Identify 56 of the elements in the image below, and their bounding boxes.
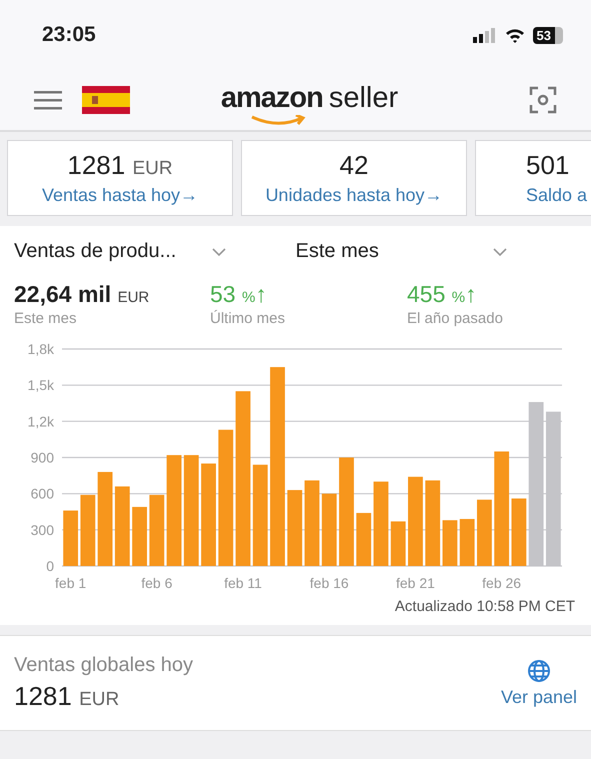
y-tick-label: 1,5k xyxy=(28,377,54,394)
stat-value: 53 %↑ xyxy=(210,281,268,308)
sales-bar xyxy=(80,494,96,566)
globe-icon[interactable] xyxy=(526,658,551,682)
x-tick-label: feb 21 xyxy=(396,575,435,589)
summary-card[interactable]: 501 Saldo a xyxy=(475,140,591,216)
y-tick-label: 600 xyxy=(30,486,54,502)
chevron-icon xyxy=(493,248,507,256)
sales-bar xyxy=(460,518,475,566)
y-tick-label: 1,2k xyxy=(28,413,54,430)
stat-label: El año pasado xyxy=(407,310,504,327)
stat-label: Este mes xyxy=(14,310,78,327)
global-sales-value: 1281 EUR xyxy=(14,681,120,712)
menu-icon[interactable] xyxy=(34,90,62,110)
y-tick-label: 900 xyxy=(30,450,54,466)
stat-value: 455 %↑ xyxy=(407,281,478,308)
sales-bar xyxy=(477,500,492,566)
sales-bar xyxy=(63,510,78,566)
summary-link[interactable]: Ventas hasta hoy→ xyxy=(42,185,198,206)
sales-bar xyxy=(511,498,526,566)
signal-icon xyxy=(472,27,497,43)
scan-icon[interactable] xyxy=(529,86,557,114)
summary-link[interactable]: Unidades hasta hoy→ xyxy=(265,185,443,206)
stat-label: Último mes xyxy=(210,310,286,327)
y-tick-label: 0 xyxy=(46,558,54,574)
x-tick-label: feb 1 xyxy=(55,575,86,589)
updated-text: Actualizado 10:58 PM CET xyxy=(394,598,575,615)
summary-value: 1281 EUR xyxy=(67,150,173,181)
logo-text: seller xyxy=(328,82,398,114)
battery-level: 53 xyxy=(532,26,563,44)
y-tick-label: 1,8k xyxy=(28,341,54,357)
x-tick-label: feb 26 xyxy=(482,575,522,589)
y-tick-label: 300 xyxy=(30,522,54,538)
sales-bar xyxy=(132,506,147,566)
sales-bar xyxy=(390,521,406,566)
period-dropdown[interactable]: Este mes xyxy=(296,240,577,263)
x-tick-label: feb 6 xyxy=(141,575,172,589)
sales-bar xyxy=(149,494,164,566)
x-tick-label: feb 11 xyxy=(224,575,262,589)
metric-dropdown[interactable]: Ventas de produ... xyxy=(14,240,296,263)
wifi-icon xyxy=(504,27,525,43)
summary-value: 501 xyxy=(526,150,570,181)
global-sales-title: Ventas globales hoy xyxy=(14,654,194,677)
flag-icon[interactable] xyxy=(82,86,130,114)
sales-bar xyxy=(356,512,372,566)
clock-time: 23:05 xyxy=(42,23,96,47)
stat-value: 22,64 mil EUR xyxy=(14,281,150,308)
logo-brand: amazon xyxy=(220,82,323,116)
summary-link[interactable]: Saldo a xyxy=(526,185,588,206)
summary-value: 42 xyxy=(340,150,368,181)
summary-card[interactable]: 42 Unidades hasta hoy→ xyxy=(241,140,467,216)
chevron-icon xyxy=(212,248,226,256)
x-tick-label: feb 16 xyxy=(310,575,349,589)
sales-bar xyxy=(442,520,458,566)
view-panel-link[interactable]: Ver panel xyxy=(500,686,577,708)
summary-card[interactable]: 1281 EUR Ventas hasta hoy→ xyxy=(7,140,233,216)
